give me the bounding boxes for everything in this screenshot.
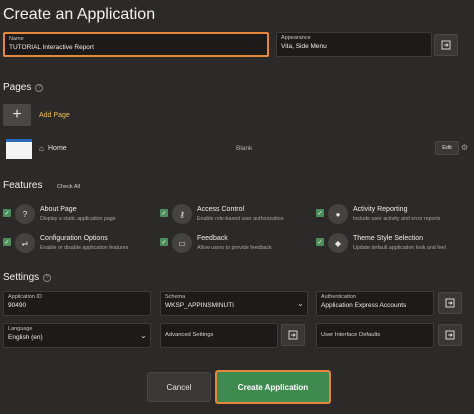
comment-icon: ▭ [172,233,192,253]
page-row-home: ⌂ Home Blank Edit ⚙ [3,137,471,163]
appearance-field[interactable]: Appearance Vita, Side Menu [276,32,432,57]
name-field-label: Name [9,36,24,42]
feature-desc: Update default application look and feel [353,245,446,251]
home-icon: ⌂ [39,144,44,153]
page-type: Blank [236,145,253,152]
features-heading-label: Features [3,180,43,191]
feature-title: Access Control [197,206,245,213]
authentication-field[interactable]: Authentication Application Express Accou… [316,291,434,316]
create-application-button[interactable]: Create Application [215,370,331,404]
feature-about-page[interactable]: ✓ ? About Page Display a static applicat… [3,204,153,226]
checkbox[interactable]: ✓ [160,209,168,217]
feature-theme-style-selection[interactable]: ✓ ◆ Theme Style Selection Update default… [316,233,466,255]
popup-icon [445,298,455,308]
authentication-label: Authentication [321,294,356,300]
gear-icon[interactable]: ⚙ [461,143,468,152]
advanced-settings-field[interactable]: Advanced Settings [160,323,278,348]
appearance-field-value: Vita, Side Menu [281,43,327,50]
page-name: Home [48,145,67,152]
feature-access-control[interactable]: ✓ ⚷ Access Control Enable role-based use… [160,204,310,226]
sliders-icon: ⇌ [15,233,35,253]
application-id-label: Application ID [8,294,42,300]
appearance-popup-button[interactable] [434,34,458,56]
chevron-down-icon: ⌄ [297,299,304,308]
name-field[interactable]: Name TUTORIAL Interactive Report [3,32,269,57]
appearance-field-label: Appearance [281,35,311,41]
page-thumbnail [6,139,32,159]
language-select[interactable]: Language English (en) ⌄ [3,323,151,348]
schema-value: WKSP_APPINSMINUTI [165,302,234,309]
advanced-settings-popup-button[interactable] [281,324,305,346]
feature-title: Configuration Options [40,235,108,242]
feature-activity-reporting[interactable]: ✓ ● Activity Reporting Include user acti… [316,204,466,226]
user-icon: ● [328,204,348,224]
add-page-button[interactable]: + [3,104,31,126]
help-icon[interactable]: ? [43,273,52,282]
checkbox[interactable]: ✓ [3,238,11,246]
feature-desc: Enable role-based user authorization [197,216,284,222]
settings-heading: Settings ? [3,272,52,283]
advanced-settings-label: Advanced Settings [165,332,214,338]
help-icon[interactable]: ? [35,83,44,92]
feature-title: Feedback [197,235,228,242]
check-all-link[interactable]: Check All [57,184,80,190]
key-icon: ⚷ [172,204,192,224]
add-page-link[interactable]: Add Page [39,112,70,119]
schema-select[interactable]: Schema WKSP_APPINSMINUTI ⌄ [160,291,308,316]
plus-icon: + [12,106,22,123]
feature-title: Activity Reporting [353,206,408,213]
edit-page-button[interactable]: Edit [435,141,459,155]
feature-configuration-options[interactable]: ✓ ⇌ Configuration Options Enable or disa… [3,233,153,255]
popup-icon [445,330,455,340]
page-title: Create an Application [3,6,156,23]
feature-desc: Include user activity and error reports [353,216,441,222]
checkbox[interactable]: ✓ [160,238,168,246]
ui-defaults-popup-button[interactable] [438,324,462,346]
language-label: Language [8,326,33,332]
settings-heading-label: Settings [3,272,40,283]
schema-label: Schema [165,294,186,300]
pages-heading-label: Pages [3,82,32,93]
language-value: English (en) [8,334,43,341]
feature-desc: Enable or disable application features [40,245,129,251]
popup-icon [441,40,451,50]
feature-title: Theme Style Selection [353,235,424,242]
cancel-button[interactable]: Cancel [147,372,211,402]
ui-defaults-label: User Interface Defaults [321,332,381,338]
feature-desc: Display a static application page [40,216,116,222]
application-id-field[interactable]: Application ID 90490 [3,291,151,316]
feature-title: About Page [40,206,77,213]
checkbox[interactable]: ✓ [316,209,324,217]
authentication-popup-button[interactable] [438,292,462,314]
checkbox[interactable]: ✓ [3,209,11,217]
feature-feedback[interactable]: ✓ ▭ Feedback Allow users to provide feed… [160,233,310,255]
authentication-value: Application Express Accounts [321,302,407,309]
feature-desc: Allow users to provide feedback [197,245,272,251]
pages-heading: Pages ? [3,82,44,93]
palette-icon: ◆ [328,233,348,253]
name-field-value: TUTORIAL Interactive Report [9,44,94,51]
ui-defaults-field[interactable]: User Interface Defaults [316,323,434,348]
features-heading: Features [3,180,42,191]
question-icon: ? [15,204,35,224]
popup-icon [288,330,298,340]
checkbox[interactable]: ✓ [316,238,324,246]
chevron-down-icon: ⌄ [140,331,147,340]
application-id-value: 90490 [8,302,27,309]
